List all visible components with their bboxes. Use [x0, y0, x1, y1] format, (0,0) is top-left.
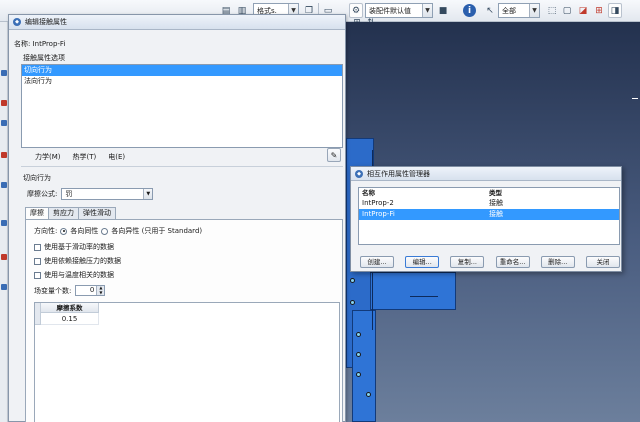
direction-label: 方向性: [34, 227, 58, 235]
tool-icon[interactable] [1, 70, 7, 76]
chevron-down-icon: ▼ [529, 4, 539, 17]
radio-label: 各向同性 [70, 227, 99, 235]
tool-icon[interactable] [1, 254, 7, 260]
menu-1[interactable]: 热学(T) [73, 152, 97, 162]
module-toolbox [0, 22, 8, 422]
friction-coefficient-header: 摩擦系数 [41, 303, 99, 313]
property-list: 名称 类型 IntProp-2 接触 IntProp-Fi 接触 [358, 187, 620, 245]
friction-formula-row: 摩擦公式: 罚 ▼ [27, 188, 154, 200]
checkbox-label: 使用与温度相关的数据 [44, 271, 114, 279]
node-marker [366, 392, 371, 397]
row-type: 接触 [489, 199, 503, 207]
app-icon: ◆ [13, 18, 21, 26]
manager-button-5[interactable]: 关闭 [585, 256, 620, 268]
app-icon: ◆ [355, 169, 363, 178]
checkbox-label: 使用依赖接触压力的数据 [44, 257, 121, 265]
tool-icon[interactable] [1, 152, 7, 158]
menu-0[interactable]: 力学(M) [35, 152, 61, 162]
manager-button-1[interactable]: 编辑... [405, 256, 440, 268]
name-row: 名称: IntProp-Fi [14, 40, 66, 48]
friction-coefficient-cell[interactable]: 0.15 [41, 313, 99, 325]
list-header: 名称 类型 [362, 189, 502, 197]
manager-button-2[interactable]: 复制... [450, 256, 485, 268]
contact-options-list[interactable]: 切向行为 法向行为 [21, 64, 343, 148]
behavior-tabs: 摩擦 剪应力 弹性滑动 [25, 207, 116, 220]
row-name: IntProp-2 [362, 199, 394, 207]
tool-icon[interactable] [1, 220, 7, 226]
checkbox[interactable] [34, 271, 41, 279]
checkbox-row: 使用与温度相关的数据 [34, 270, 114, 280]
node-marker [350, 300, 355, 305]
table-row[interactable]: IntProp-2 接触 [359, 198, 619, 209]
rect-select-icon[interactable]: ▢ [560, 3, 574, 18]
manager-button-4[interactable]: 删除... [540, 256, 575, 268]
tool-icon[interactable] [1, 100, 7, 106]
chevron-down-icon: ▼ [143, 189, 153, 199]
snap-icon[interactable]: ◪ [576, 3, 590, 18]
checkbox[interactable] [34, 257, 41, 265]
directionality-row: 方向性: 各向同性 各向异性 (只用于 Standard) [34, 226, 202, 236]
node-marker [350, 278, 355, 283]
node-marker [356, 372, 361, 377]
list-item[interactable]: 法向行为 [22, 76, 342, 87]
friction-table: 摩擦系数 0.15 [34, 302, 340, 422]
field-variables-spinner[interactable]: 0 ▲ ▼ [75, 285, 106, 296]
radio-button[interactable] [101, 227, 109, 235]
spin-arrows-icon[interactable]: ▲ ▼ [96, 285, 105, 295]
property-name: IntProp-Fi [32, 40, 66, 48]
dialog-title: 编辑接触属性 [25, 18, 67, 26]
pointer-icon[interactable]: ↖ [483, 3, 497, 18]
node-marker [356, 352, 361, 357]
friction-formula-select[interactable]: 罚 ▼ [61, 188, 154, 200]
chevron-down-icon: ▼ [422, 4, 432, 17]
row-type: 接触 [489, 210, 503, 218]
menu-2[interactable]: 电(E) [108, 152, 125, 162]
checkbox-row: 使用基于滑动率的数据 [34, 242, 114, 252]
manager-button-3[interactable]: 重命名... [495, 256, 530, 268]
manager-button-0[interactable]: 创建... [360, 256, 394, 268]
assembly-icon[interactable]: ⚙ [349, 3, 363, 18]
interaction-property-manager: ◆ 相互作用属性管理器 名称 类型 IntProp-2 接触 IntProp-Fi 接… [350, 166, 622, 272]
option-menu-bar: 力学(M) 热学(T) 电(E) ✎ [21, 148, 343, 163]
display-icon[interactable]: ⊞ [592, 3, 606, 18]
tab-2[interactable]: 弹性滑动 [78, 207, 116, 219]
node-marker [356, 332, 361, 337]
behavior-title: 切向行为 [23, 174, 51, 182]
cube-icon[interactable]: ■ [436, 3, 450, 18]
checkbox-row: 使用依赖接触压力的数据 [34, 256, 121, 266]
options-label: 接触属性选项 [23, 54, 65, 62]
pencil-icon[interactable]: ✎ [327, 148, 341, 162]
radio-label: 各向异性 (只用于 Standard) [111, 227, 203, 235]
tool-icon[interactable] [1, 182, 7, 188]
checkbox[interactable] [34, 243, 41, 251]
dialog-title-bar[interactable]: ◆ 编辑接触属性 [9, 15, 345, 30]
select-box-icon[interactable]: ⬚ [545, 3, 559, 18]
table-row[interactable]: IntProp-Fi 接触 [359, 209, 619, 220]
manager-title-bar[interactable]: ◆ 相互作用属性管理器 [351, 167, 621, 181]
tool-icon[interactable] [1, 120, 7, 126]
assembly-combo[interactable]: 装配件默认值 ▼ [365, 3, 433, 18]
manager-title: 相互作用属性管理器 [367, 169, 430, 178]
checkbox-label: 使用基于滑动率的数据 [44, 243, 114, 251]
row-name: IntProp-Fi [362, 210, 395, 218]
manager-buttons: 创建... 编辑... 复制... 重命名... 删除... 关闭 [360, 256, 620, 268]
select-filter-combo[interactable]: 全部 ▼ [498, 3, 540, 18]
info-icon[interactable]: i [463, 4, 476, 17]
radio-button[interactable] [60, 227, 68, 235]
friction-tab-panel: 方向性: 各向同性 各向异性 (只用于 Standard) 使用基于滑动率的数据 使用… [25, 219, 343, 422]
render-icon[interactable]: ◨ [608, 3, 622, 18]
tab-1[interactable]: 剪应力 [48, 207, 79, 219]
edit-contact-property-dialog: ◆ 编辑接触属性 名称: IntProp-Fi 接触属性选项 切向行为 法向行为 … [8, 14, 346, 422]
field-variables-row: 场变量个数: 0 ▲ ▼ [34, 285, 106, 296]
list-item[interactable]: 切向行为 [22, 65, 342, 76]
tool-icon[interactable] [1, 284, 7, 290]
